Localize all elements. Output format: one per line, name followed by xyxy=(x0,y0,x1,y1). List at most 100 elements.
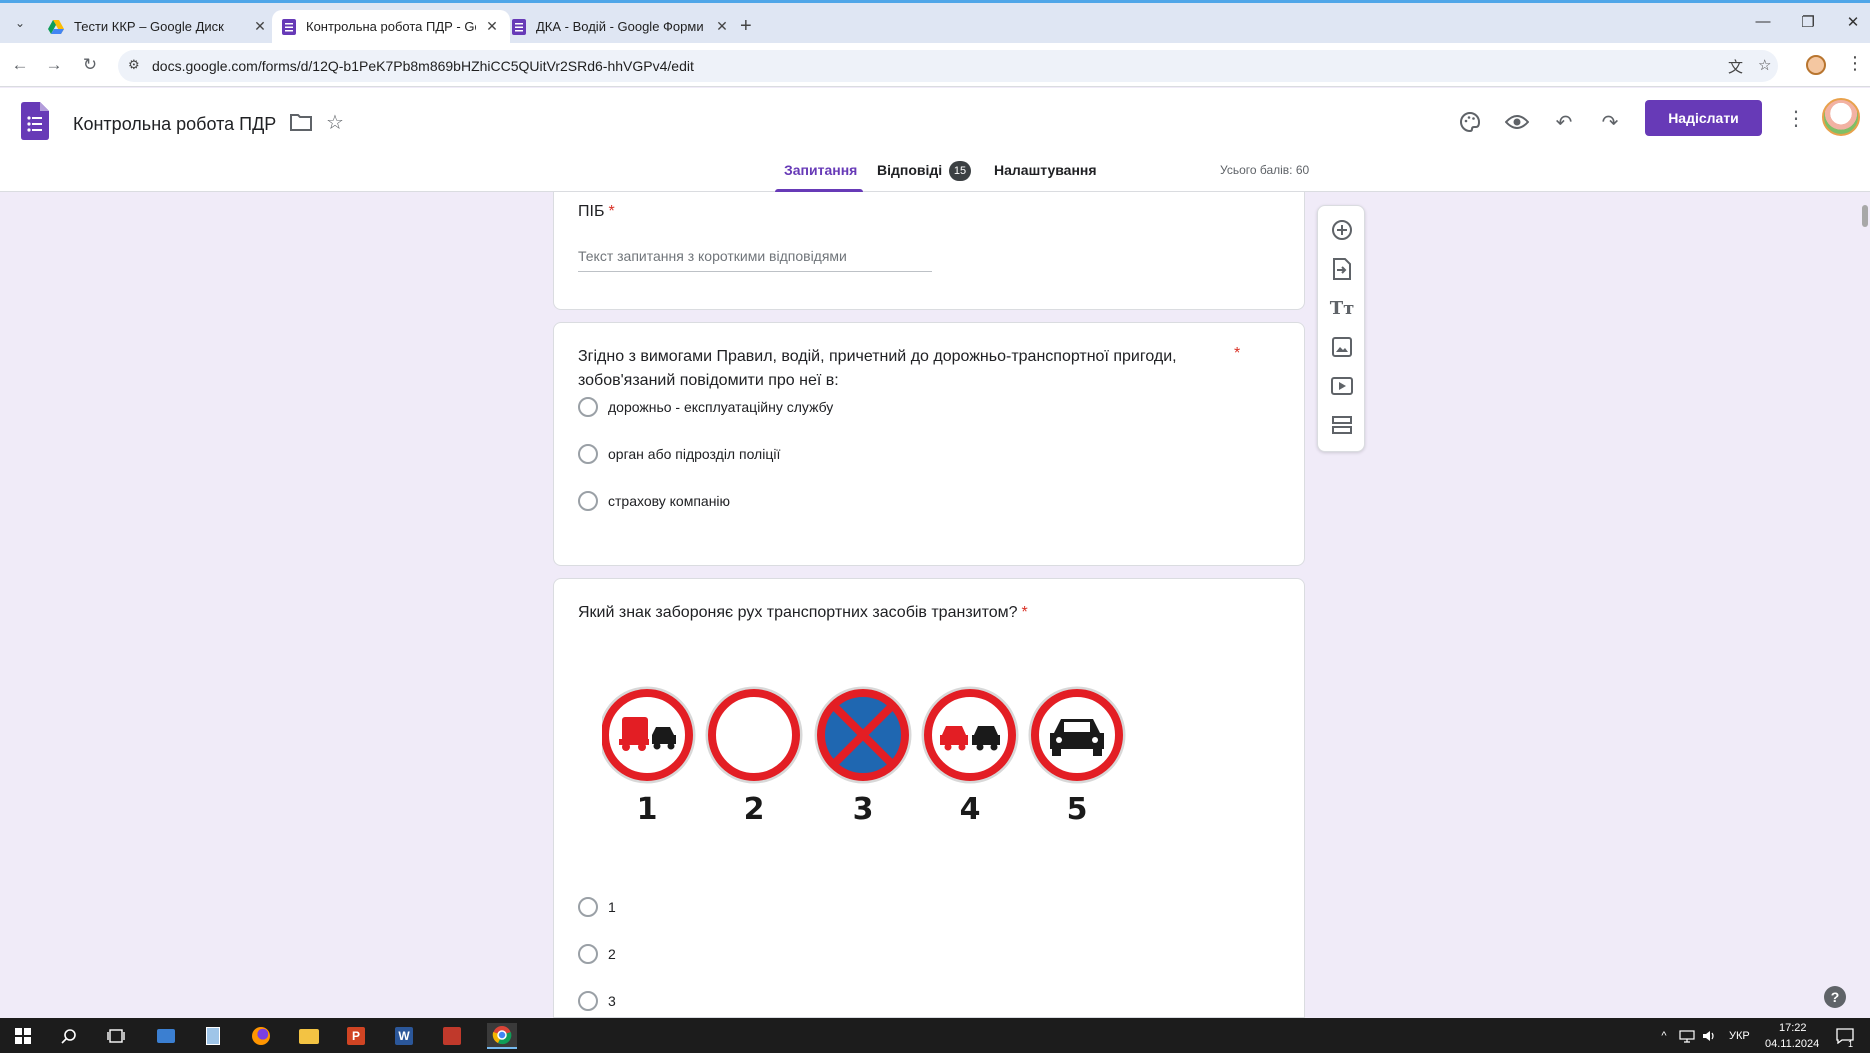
radio-button[interactable] xyxy=(578,491,598,511)
forward-arrow-icon[interactable]: → xyxy=(42,53,66,77)
windows-start-icon[interactable] xyxy=(10,1023,36,1049)
option-label: дорожньо - експлуатаційну службу xyxy=(608,399,834,415)
tab-search-icon[interactable]: ⌄ xyxy=(8,11,32,35)
window-close-icon[interactable]: ✕ xyxy=(1838,13,1868,31)
new-tab-button[interactable]: + xyxy=(740,15,752,38)
browser-tab-drive[interactable]: Тести ККР – Google Диск ✕ xyxy=(38,10,278,43)
preview-eye-icon[interactable] xyxy=(1501,106,1533,138)
translate-icon[interactable]: 文 xyxy=(1728,56,1743,77)
road-signs-image: 1 2 3 4 5 xyxy=(598,667,1142,837)
clock-time[interactable]: 17:22 xyxy=(1779,1022,1807,1034)
tab-title: Тести ККР – Google Диск xyxy=(74,19,224,34)
sign-number: 5 xyxy=(1067,792,1088,827)
question-title: Згідно з вимогами Правил, водій, причетн… xyxy=(578,345,1177,393)
bookmark-star-icon[interactable]: ☆ xyxy=(1758,56,1771,74)
add-video-icon[interactable] xyxy=(1330,374,1354,398)
sign-no-overtaking-icon xyxy=(921,686,1019,784)
forms-header: Контрольна робота ПДР ☆ ↶ ↷ Надіслати ⋮ … xyxy=(0,88,1870,192)
sign-no-motor-vehicles-icon xyxy=(1028,686,1126,784)
tab-questions[interactable]: Запитання xyxy=(784,162,857,178)
sign-no-truck-overtaking-icon xyxy=(598,686,696,784)
word-icon[interactable]: W xyxy=(391,1023,417,1049)
radio-option[interactable]: 3 xyxy=(578,989,616,1013)
add-question-icon[interactable] xyxy=(1330,218,1354,242)
add-image-icon[interactable] xyxy=(1330,335,1354,359)
required-marker: * xyxy=(1234,345,1241,362)
account-avatar[interactable] xyxy=(1822,98,1860,136)
redo-icon[interactable]: ↷ xyxy=(1594,106,1626,138)
task-view-icon[interactable] xyxy=(103,1023,129,1049)
radio-button[interactable] xyxy=(578,944,598,964)
sign-number: 4 xyxy=(960,792,981,827)
question-title-text: Який знак забороняє рух транспортних зас… xyxy=(578,604,1018,621)
back-arrow-icon[interactable]: ← xyxy=(8,53,32,77)
tab-settings[interactable]: Налаштування xyxy=(994,162,1097,178)
radio-option[interactable]: страхову компанію xyxy=(578,489,730,513)
tab-title: ДКА - Водій - Google Форми xyxy=(536,19,704,34)
minimize-icon[interactable]: — xyxy=(1748,13,1778,30)
palette-icon[interactable] xyxy=(1454,106,1486,138)
required-marker: * xyxy=(608,203,615,220)
firefox-icon[interactable] xyxy=(248,1023,274,1049)
tab-title: Контрольна робота ПДР - Google xyxy=(306,19,476,34)
chrome-taskbar-icon[interactable] xyxy=(487,1023,517,1049)
close-icon[interactable]: ✕ xyxy=(252,18,268,35)
chrome-profile-avatar[interactable] xyxy=(1806,55,1826,75)
more-options-icon[interactable]: ⋮ xyxy=(1786,106,1806,131)
address-bar: ← → ↻ ⚙ docs.google.com/forms/d/12Q-b1Pe… xyxy=(0,43,1870,87)
question-card-accident[interactable]: Згідно з вимогами Правил, водій, причетн… xyxy=(553,322,1305,566)
clock-date[interactable]: 04.11.2024 xyxy=(1765,1038,1819,1050)
add-title-icon[interactable]: Tт xyxy=(1330,296,1355,320)
radio-button[interactable] xyxy=(578,991,598,1011)
url-text[interactable]: docs.google.com/forms/d/12Q-b1PeK7Pb8m86… xyxy=(152,58,694,74)
drawing-app-icon[interactable] xyxy=(439,1023,465,1049)
question-card-name[interactable]: ПІБ * Текст запитання з короткими відпові… xyxy=(553,192,1305,310)
google-forms-logo-icon[interactable] xyxy=(21,102,49,140)
keyboard-language[interactable]: УКР xyxy=(1729,1030,1750,1042)
radio-button[interactable] xyxy=(578,397,598,417)
powerpoint-icon[interactable]: P xyxy=(343,1023,369,1049)
radio-option[interactable]: 1 xyxy=(578,895,616,919)
search-icon[interactable] xyxy=(56,1023,82,1049)
tab-responses[interactable]: Відповіді xyxy=(877,162,942,178)
star-icon[interactable]: ☆ xyxy=(326,110,344,135)
browser-tab-bar: ⌄ Тести ККР – Google Диск ✕ Контрольна р… xyxy=(0,3,1870,43)
radio-button[interactable] xyxy=(578,897,598,917)
file-explorer-icon[interactable] xyxy=(296,1023,322,1049)
question-title: ПІБ * xyxy=(578,200,615,224)
browser-tab-forms-active[interactable]: Контрольна робота ПДР - Google ✕ xyxy=(272,10,510,43)
radio-option[interactable]: орган або підрозділ поліції xyxy=(578,442,780,466)
chrome-menu-icon[interactable]: ⋮ xyxy=(1846,53,1864,74)
radio-button[interactable] xyxy=(578,444,598,464)
notifications-icon[interactable] xyxy=(1832,1023,1858,1049)
url-omnibox[interactable]: ⚙ docs.google.com/forms/d/12Q-b1PeK7Pb8m… xyxy=(118,50,1778,82)
close-icon[interactable]: ✕ xyxy=(484,18,500,35)
undo-icon[interactable]: ↶ xyxy=(1548,106,1580,138)
radio-option[interactable]: дорожньо - експлуатаційну службу xyxy=(578,395,833,419)
sign-number: 2 xyxy=(744,792,765,827)
option-label: 2 xyxy=(608,946,616,962)
volume-icon[interactable] xyxy=(1697,1023,1723,1049)
option-label: орган або підрозділ поліції xyxy=(608,446,781,462)
notepad-icon[interactable] xyxy=(200,1023,226,1049)
reload-icon[interactable]: ↻ xyxy=(78,53,102,77)
close-icon[interactable]: ✕ xyxy=(714,18,730,35)
responses-count-badge: 15 xyxy=(949,161,971,181)
question-card-signs[interactable]: Який знак забороняє рух транспортних зас… xyxy=(553,578,1305,1018)
site-settings-icon[interactable]: ⚙ xyxy=(128,57,140,73)
folder-icon[interactable] xyxy=(290,113,312,136)
scrollbar-thumb[interactable] xyxy=(1862,205,1868,227)
add-section-icon[interactable] xyxy=(1330,413,1354,437)
option-label: 3 xyxy=(608,993,616,1009)
send-button[interactable]: Надіслати xyxy=(1645,100,1762,136)
import-questions-icon[interactable] xyxy=(1330,257,1354,281)
restore-icon[interactable]: ❐ xyxy=(1793,13,1823,31)
help-icon[interactable]: ? xyxy=(1824,986,1846,1008)
radio-option[interactable]: 2 xyxy=(578,942,616,966)
form-title[interactable]: Контрольна робота ПДР xyxy=(73,114,276,135)
question-title-line1: Згідно з вимогами Правил, водій, причетн… xyxy=(578,348,1177,365)
browser-tab-dka[interactable]: ДКА - Водій - Google Форми ✕ xyxy=(502,10,740,43)
question-toolbar: Tт xyxy=(1317,205,1365,452)
app-icon[interactable] xyxy=(153,1023,179,1049)
sign-number: 1 xyxy=(637,792,658,827)
